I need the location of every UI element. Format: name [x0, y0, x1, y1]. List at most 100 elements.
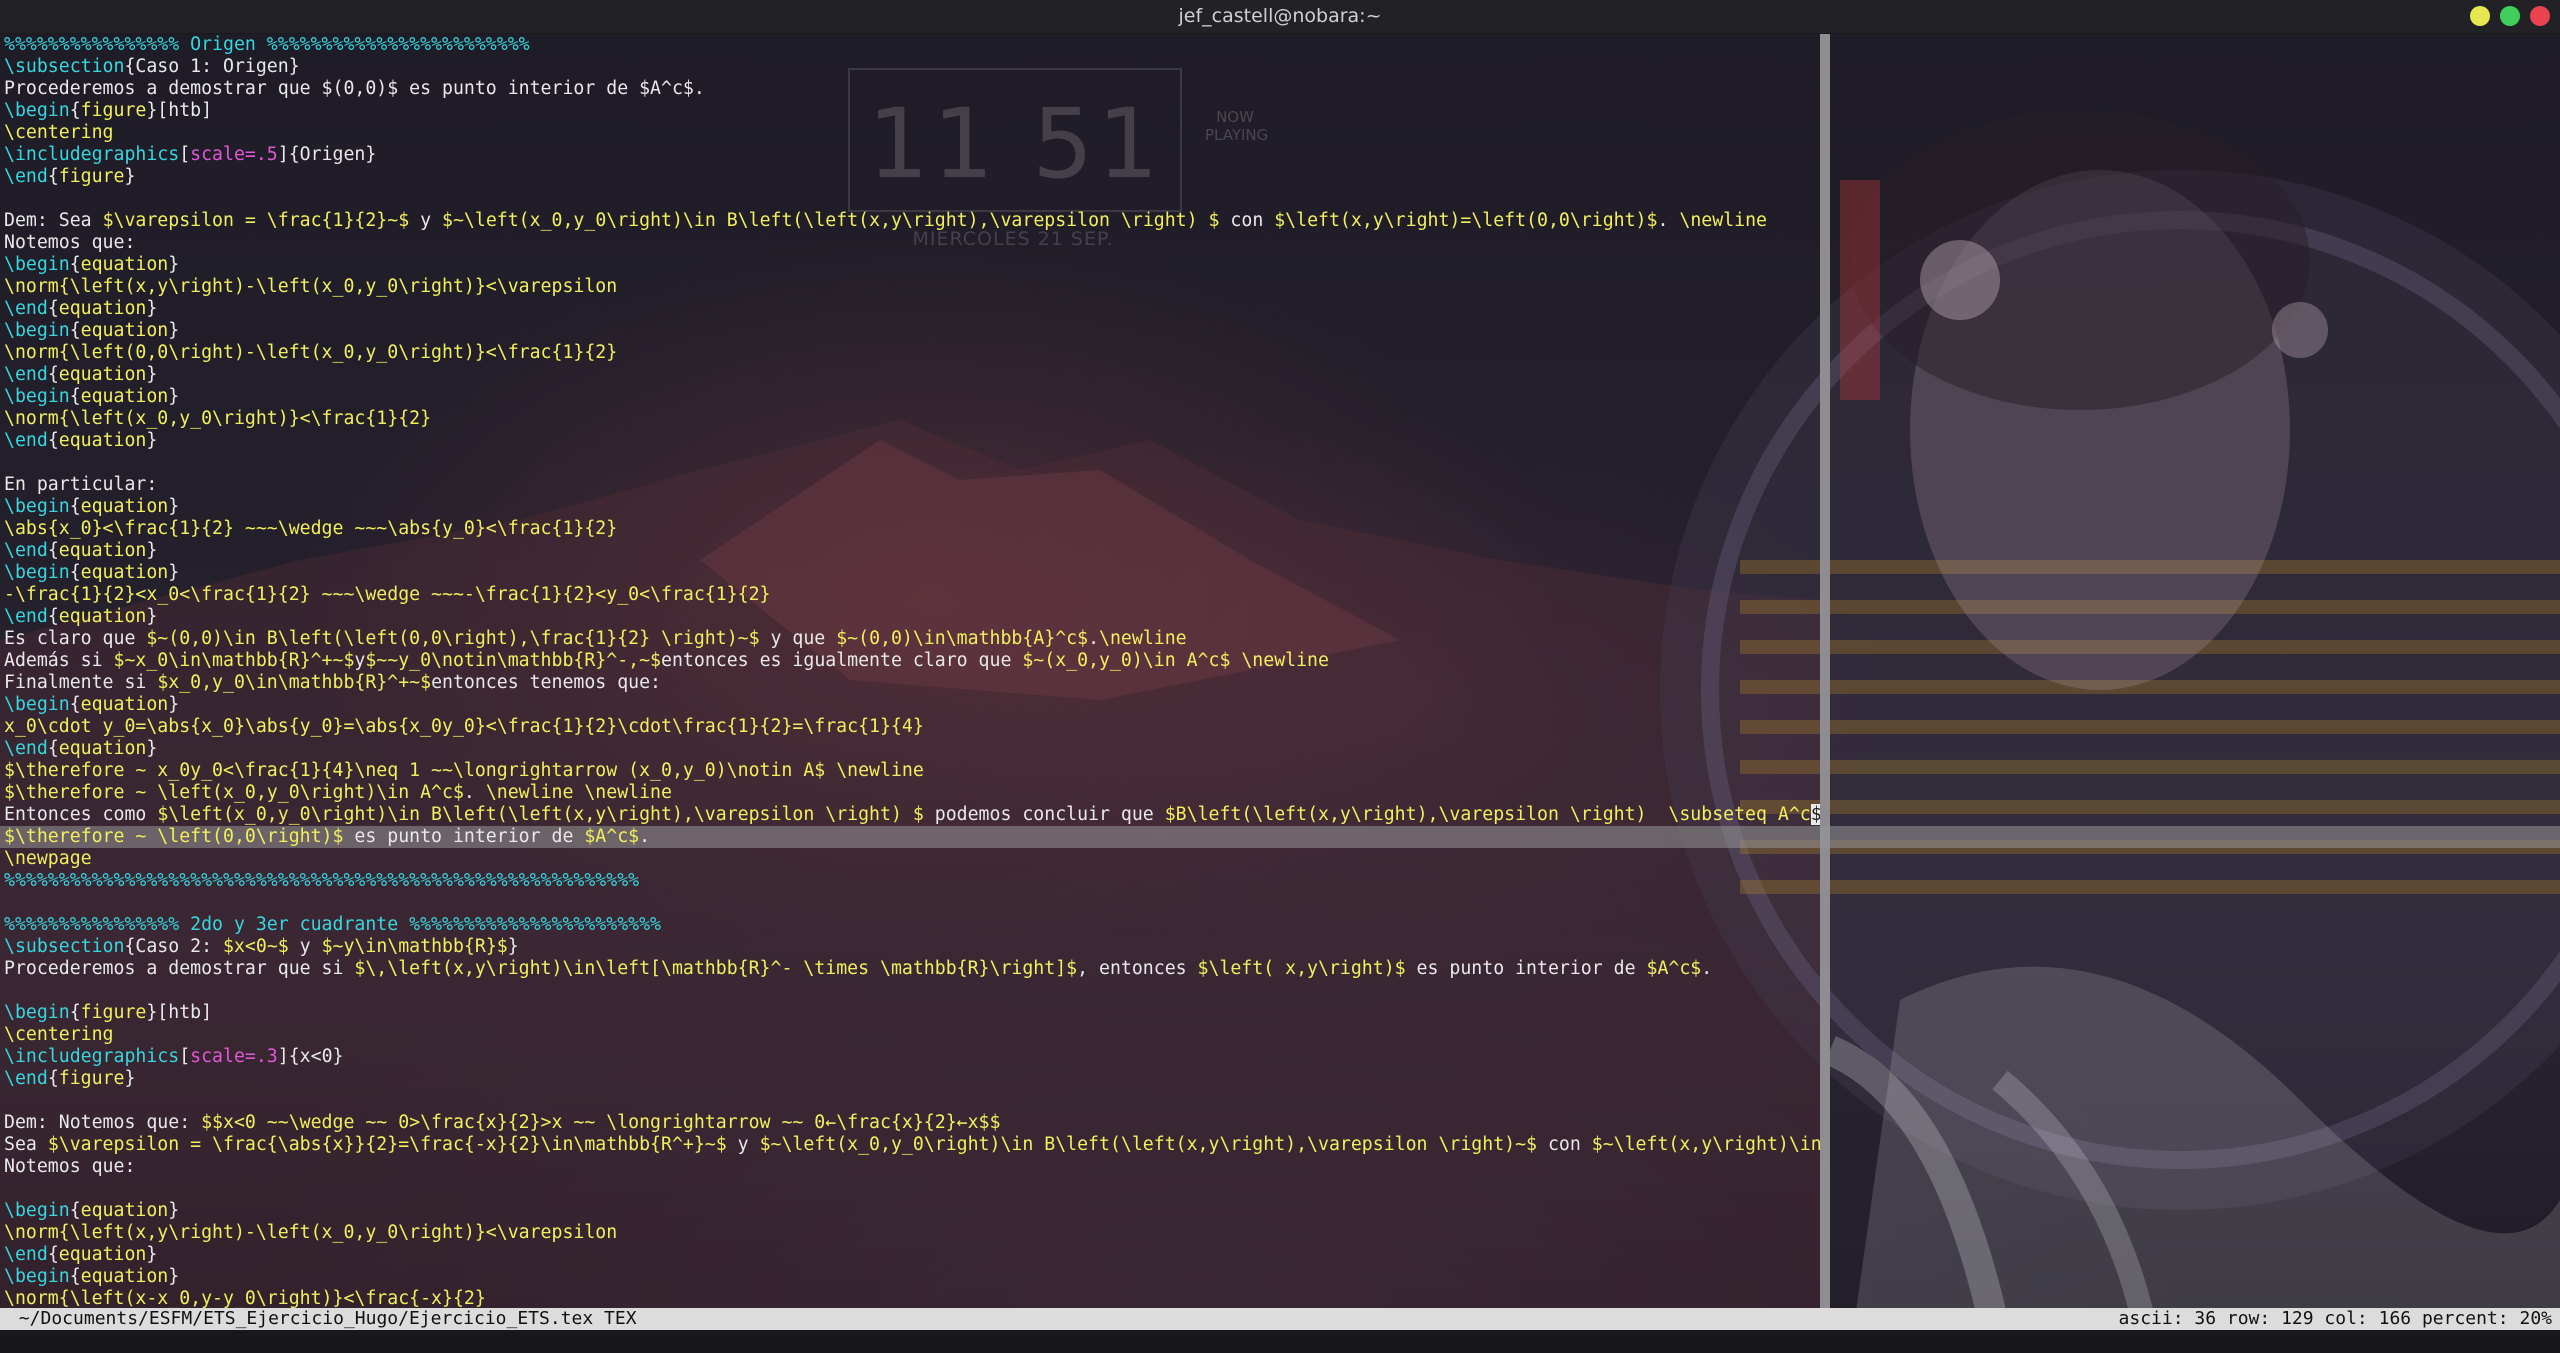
code-token: {: [47, 298, 59, 319]
editor-line[interactable]: Procederemos a demostrar que $(0,0)$ es …: [4, 78, 705, 100]
editor-line[interactable]: Sea $\varepsilon = \frac{\abs{x}}{2}=\fr…: [4, 1134, 1820, 1156]
editor-line[interactable]: $\therefore ~ \left(0,0\right)$ es punto…: [0, 826, 2560, 848]
code-token: }: [146, 364, 158, 385]
code-token: con: [1537, 1134, 1592, 1155]
code-token: $~~y_0\notin\mathbb{R}^-,~$: [365, 650, 662, 671]
code-token: {: [69, 562, 81, 583]
editor-line[interactable]: \begin{equation}: [4, 1200, 179, 1222]
window-titlebar[interactable]: jef_castell@nobara:~: [0, 0, 2560, 34]
pane-divider[interactable]: [1820, 33, 1830, 1308]
editor-line[interactable]: \begin{equation}: [4, 694, 179, 716]
editor-line[interactable]: \newpage: [4, 848, 92, 870]
code-token: \begin: [4, 496, 70, 517]
code-token: \begin: [4, 320, 70, 341]
editor-line[interactable]: Es claro que $~(0,0)\in B\left(\left(0,0…: [4, 628, 1187, 650]
code-token: {: [47, 1068, 59, 1089]
editor-line[interactable]: \subsection{Caso 2: $x<0~$ y $~y\in\math…: [4, 936, 519, 958]
editor-line[interactable]: \norm{\left(x_0,y_0\right)}<\frac{1}{2}: [4, 408, 431, 430]
code-token: {: [47, 738, 59, 759]
editor-line[interactable]: $\therefore ~ \left(x_0,y_0\right)\in A^…: [4, 782, 672, 804]
editor-line[interactable]: -\frac{1}{2}<x_0<\frac{1}{2} ~~~\wedge ~…: [4, 584, 771, 606]
editor-line[interactable]: Procederemos a demostrar que si $\,\left…: [4, 958, 1712, 980]
code-token: \begin: [4, 694, 70, 715]
code-token: }: [168, 562, 180, 583]
editor-line[interactable]: \end{equation}: [4, 606, 157, 628]
editor-line[interactable]: \end{figure}: [4, 166, 135, 188]
editor-line[interactable]: \norm{\left(x,y\right)-\left(x_0,y_0\rig…: [4, 276, 617, 298]
code-token: \norm{\left(0,0\right)-\left(x_0,y_0\rig…: [4, 342, 618, 363]
editor-line[interactable]: Entonces como $\left(x_0,y_0\right)\in B…: [4, 804, 1820, 826]
editor-line[interactable]: Dem: Notemos que: $$x<0 ~~\wedge ~~ 0>\f…: [4, 1112, 1000, 1134]
code-token: Dem: Sea: [4, 210, 103, 231]
code-token: equation: [80, 562, 169, 583]
maximize-button[interactable]: [2500, 6, 2520, 26]
code-token: entonces tenemos que:: [431, 672, 662, 693]
editor-line[interactable]: \centering: [4, 122, 114, 144]
minimize-button[interactable]: [2470, 6, 2490, 26]
editor-line[interactable]: \begin{figure}[htb]: [4, 100, 212, 122]
editor-line[interactable]: \subsection{Caso 1: Origen}: [4, 56, 300, 78]
editor-line[interactable]: \end{equation}: [4, 364, 157, 386]
editor-pane-right[interactable]: [1830, 33, 2560, 1308]
editor-line[interactable]: x_0\cdot y_0=\abs{x_0}\abs{y_0}=\abs{x_0…: [4, 716, 924, 738]
editor-line[interactable]: En particular:: [4, 474, 157, 496]
editor-pane[interactable]: %%%%%%%%%%%%%%%% Origen %%%%%%%%%%%%%%%%…: [0, 33, 1820, 1308]
editor-line[interactable]: \begin{equation}: [4, 254, 179, 276]
editor-line[interactable]: \end{equation}: [4, 540, 157, 562]
code-token: equation: [58, 298, 147, 319]
code-token: Notemos que:: [4, 232, 136, 253]
code-token: ]{Origen}: [277, 144, 377, 165]
code-token: figure: [80, 100, 147, 121]
close-button[interactable]: [2530, 6, 2550, 26]
editor-line[interactable]: \end{equation}: [4, 430, 157, 452]
editor-line[interactable]: \norm{\left(x,y\right)-\left(x_0,y_0\rig…: [4, 1222, 617, 1244]
editor-line[interactable]: Finalmente si $x_0,y_0\in\mathbb{R}^+~$e…: [4, 672, 661, 694]
code-token: {: [69, 1266, 81, 1287]
editor-line[interactable]: \begin{equation}: [4, 320, 179, 342]
editor-line[interactable]: \begin{equation}: [4, 386, 179, 408]
editor-line[interactable]: \includegraphics[scale=.5]{Origen}: [4, 144, 376, 166]
code-token: con: [1219, 210, 1275, 231]
editor-line[interactable]: \abs{x_0}<\frac{1}{2} ~~~\wedge ~~~\abs{…: [4, 518, 617, 540]
code-token: $\left( x,y\right)$: [1197, 958, 1406, 979]
editor-line[interactable]: \centering: [4, 1024, 114, 1046]
editor-line[interactable]: \end{figure}: [4, 1068, 135, 1090]
bottom-strip: [0, 1330, 2560, 1353]
code-token: y que: [759, 628, 837, 649]
editor-line[interactable]: $\therefore ~ x_0y_0<\frac{1}{4}\neq 1 ~…: [4, 760, 924, 782]
code-token: }: [168, 320, 180, 341]
code-token: .: [1701, 958, 1713, 979]
editor-line[interactable]: %%%%%%%%%%%%%%%%%%%%%%%%%%%%%%%%%%%%%%%%…: [4, 870, 639, 892]
code-token: \end: [4, 738, 48, 759]
editor-line[interactable]: \end{equation}: [4, 738, 157, 760]
editor-line[interactable]: \includegraphics[scale=.3]{x<0}: [4, 1046, 343, 1068]
editor-line[interactable]: %%%%%%%%%%%%%%%% 2do y 3er cuadrante %%%…: [4, 914, 661, 936]
editor-line[interactable]: \end{equation}: [4, 1244, 157, 1266]
editor-line[interactable]: \end{equation}: [4, 298, 157, 320]
code-token: \subsection: [4, 936, 125, 957]
code-token: \end: [4, 166, 48, 187]
code-token: y: [409, 210, 443, 231]
editor-line[interactable]: Notemos que:: [4, 232, 135, 254]
editor-line[interactable]: \norm{\left(0,0\right)-\left(x_0,y_0\rig…: [4, 342, 617, 364]
code-token: podemos concluir que: [923, 804, 1165, 825]
code-token: {: [47, 166, 59, 187]
code-token: \newline \newline: [485, 782, 672, 803]
editor-line[interactable]: \begin{equation}: [4, 496, 179, 518]
editor-line[interactable]: \begin{figure}[htb]: [4, 1002, 212, 1024]
code-token: equation: [58, 540, 147, 561]
editor-line[interactable]: Además si $~x_0\in\mathbb{R}^+~$y$~~y_0\…: [4, 650, 1329, 672]
editor-line[interactable]: %%%%%%%%%%%%%%%% Origen %%%%%%%%%%%%%%%%…: [4, 34, 530, 56]
editor-line[interactable]: Notemos que:: [4, 1156, 135, 1178]
code-token: \norm{\left(x,y\right)-\left(x_0,y_0\rig…: [4, 276, 618, 297]
code-token: equation: [58, 430, 147, 451]
editor-line[interactable]: \begin{equation}: [4, 562, 179, 584]
code-token: }: [168, 1200, 180, 1221]
editor-line[interactable]: Dem: Sea $\varepsilon = \frac{1}{2}~$ y …: [4, 210, 1767, 232]
editor-line[interactable]: \norm{\left(x-x_0,y-y_0\right)}<\frac{-x…: [4, 1288, 486, 1308]
code-token: Dem: Notemos que:: [4, 1112, 202, 1133]
editor-line[interactable]: \begin{equation}: [4, 1266, 179, 1288]
code-token: Procederemos a demostrar que $(0,0)$ es …: [4, 78, 705, 99]
code-token: es punto interior de: [343, 826, 585, 847]
code-token: entonces es igualmente claro que: [661, 650, 1023, 671]
